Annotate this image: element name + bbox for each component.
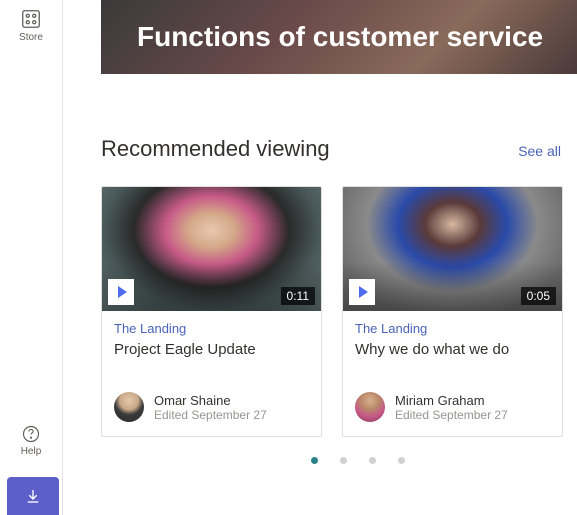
author-row: Miriam Graham Edited September 27 — [355, 392, 550, 422]
store-button[interactable]: Store — [19, 8, 43, 43]
video-title: Project Eagle Update — [114, 340, 309, 378]
see-all-link[interactable]: See all — [518, 143, 561, 159]
video-thumbnail: 0:05 — [343, 187, 562, 311]
carousel-dot[interactable] — [398, 457, 405, 464]
section-header: Recommended viewing See all — [101, 136, 577, 162]
card-body: The Landing Project Eagle Update Omar Sh… — [102, 311, 321, 436]
main-content: Functions of customer service Recommende… — [63, 0, 577, 515]
play-button[interactable] — [349, 279, 375, 305]
section-title: Recommended viewing — [101, 136, 330, 162]
author-row: Omar Shaine Edited September 27 — [114, 392, 309, 422]
download-icon — [24, 487, 42, 505]
edited-date: Edited September 27 — [395, 408, 508, 422]
avatar[interactable] — [114, 392, 144, 422]
video-cards: 0:11 The Landing Project Eagle Update Om… — [101, 186, 577, 437]
carousel-dot[interactable] — [311, 457, 318, 464]
hero-title: Functions of customer service — [137, 21, 543, 53]
carousel-dot[interactable] — [340, 457, 347, 464]
help-label: Help — [21, 446, 42, 457]
video-source[interactable]: The Landing — [355, 321, 550, 336]
video-duration: 0:05 — [521, 287, 556, 305]
help-icon — [21, 424, 41, 444]
edited-date: Edited September 27 — [154, 408, 267, 422]
author-meta: Miriam Graham Edited September 27 — [395, 393, 508, 422]
store-label: Store — [19, 32, 43, 43]
left-rail: Store Help — [0, 0, 63, 515]
download-button[interactable] — [7, 477, 59, 515]
help-button[interactable]: Help — [21, 424, 42, 457]
author-name: Omar Shaine — [154, 393, 267, 408]
hero-banner[interactable]: Functions of customer service — [101, 0, 577, 74]
store-icon — [20, 8, 42, 30]
play-icon — [118, 286, 127, 298]
play-icon — [359, 286, 368, 298]
play-button[interactable] — [108, 279, 134, 305]
video-duration: 0:11 — [281, 287, 315, 305]
video-thumbnail: 0:11 — [102, 187, 321, 311]
avatar[interactable] — [355, 392, 385, 422]
video-card[interactable]: 0:11 The Landing Project Eagle Update Om… — [101, 186, 322, 437]
carousel-dot[interactable] — [369, 457, 376, 464]
author-meta: Omar Shaine Edited September 27 — [154, 393, 267, 422]
carousel-dots — [139, 457, 577, 464]
recommended-section: Recommended viewing See all 0:11 The Lan… — [101, 136, 577, 464]
video-title: Why we do what we do — [355, 340, 550, 378]
card-body: The Landing Why we do what we do Miriam … — [343, 311, 562, 436]
video-source[interactable]: The Landing — [114, 321, 309, 336]
author-name: Miriam Graham — [395, 393, 508, 408]
video-card[interactable]: 0:05 The Landing Why we do what we do Mi… — [342, 186, 563, 437]
